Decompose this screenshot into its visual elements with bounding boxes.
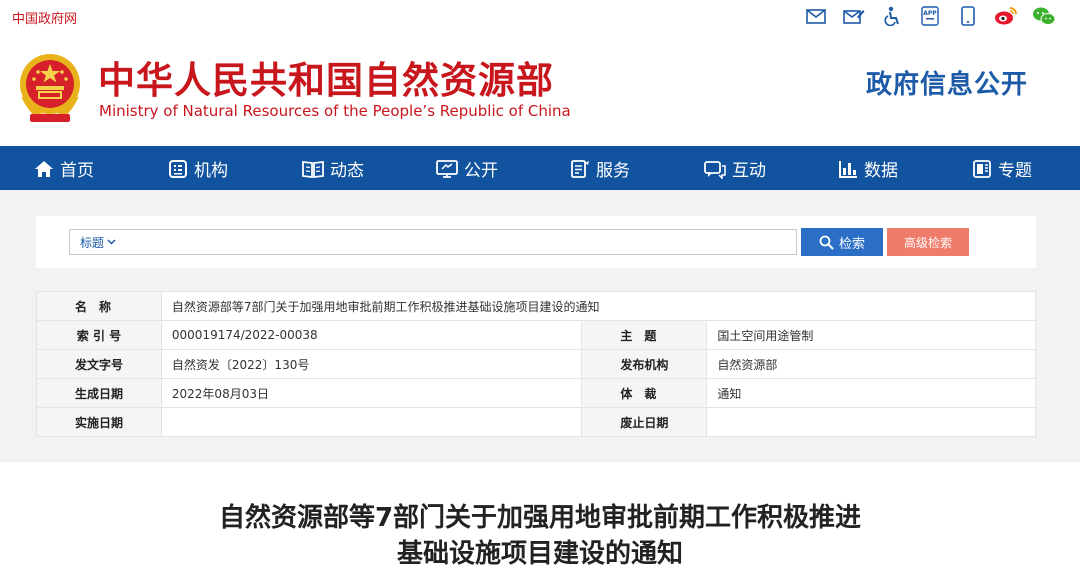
top-icon-group: APP [804, 5, 1056, 27]
mobile-icon[interactable] [956, 5, 980, 27]
main-nav: 首页 机构 动态 公开 服务 互动 数据 专题 [0, 146, 1080, 190]
chat-icon [704, 160, 726, 179]
nav-label: 首页 [60, 161, 94, 181]
search-icon [819, 235, 834, 250]
subject-label: 主题 [581, 320, 708, 350]
nav-label: 互动 [732, 161, 766, 181]
book-icon [302, 160, 324, 178]
article-area: 自然资源部等7部门关于加强用地审批前期工作积极推进 基础设施项目建设的通知 [0, 462, 1080, 579]
nav-item-home[interactable]: 首页 [34, 156, 94, 181]
doc-info-table: 名称 自然资源部等7部门关于加强用地审批前期工作积极推进基础设施项目建设的通知 … [36, 291, 1037, 437]
nav-label: 公开 [464, 161, 498, 181]
mail-edit-icon[interactable] [842, 5, 866, 27]
article-title-line: 基础设施项目建设的通知 [396, 539, 683, 569]
publisher-value: 自然资源部 [706, 349, 1036, 379]
nav-item-topic[interactable]: 专题 [972, 156, 1032, 181]
nav-label: 专题 [998, 161, 1032, 181]
search-box: 标题 [69, 229, 797, 255]
name-label: 名称 [36, 291, 162, 321]
nav-item-news[interactable]: 动态 [302, 156, 364, 181]
nav-label: 数据 [864, 161, 898, 181]
date-label: 生成日期 [36, 378, 162, 408]
gov-portal-link[interactable]: 中国政府网 [12, 8, 77, 27]
monitor-icon [436, 159, 458, 178]
nav-item-data[interactable]: 数据 [838, 156, 898, 181]
nav-label: 机构 [194, 161, 228, 181]
search-button[interactable]: 检索 [801, 228, 883, 256]
search-field-select[interactable]: 标题 [70, 234, 130, 251]
nav-label: 服务 [596, 161, 630, 181]
index-label: 索 引 号 [36, 320, 162, 350]
org-icon [169, 159, 187, 178]
nav-item-interact[interactable]: 互动 [704, 156, 766, 181]
home-icon [35, 160, 53, 177]
search-button-label: 检索 [838, 235, 865, 251]
table-row: 生成日期 2022年08月03日 体裁 通知 [36, 378, 1036, 408]
search-panel: 标题 检索 高级检索 [36, 216, 1036, 268]
nav-item-org[interactable]: 机构 [168, 156, 228, 181]
svg-text:APP: APP [923, 10, 937, 17]
wechat-icon[interactable] [1032, 5, 1056, 27]
subject-value: 国土空间用途管制 [706, 320, 1036, 350]
search-input[interactable] [130, 231, 796, 253]
genre-value: 通知 [706, 378, 1036, 408]
mail-icon[interactable] [804, 5, 828, 27]
article-title-line: 自然资源部等7部门关于加强用地审批前期工作积极推进 [218, 503, 862, 533]
date-value: 2022年08月03日 [160, 378, 583, 408]
table-row: 名称 自然资源部等7部门关于加强用地审批前期工作积极推进基础设施项目建设的通知 [36, 291, 1037, 321]
weibo-icon[interactable] [994, 5, 1018, 27]
publisher-label: 发布机构 [581, 349, 708, 379]
app-icon[interactable]: APP [918, 5, 942, 27]
docno-value: 自然资发〔2022〕130号 [160, 349, 583, 379]
service-icon [571, 159, 589, 178]
section-title: 政府信息公开 [865, 70, 1028, 100]
repeal-value [706, 407, 1036, 437]
advanced-search-button[interactable]: 高级检索 [887, 228, 969, 256]
article-title: 自然资源部等7部门关于加强用地审批前期工作积极推进 基础设施项目建设的通知 [0, 500, 1080, 572]
effective-label: 实施日期 [36, 407, 162, 437]
table-row: 实施日期 废止日期 [36, 407, 1036, 437]
site-title-en: Ministry of Natural Resources of the Peo… [99, 102, 571, 120]
nav-item-open[interactable]: 公开 [436, 156, 498, 181]
topic-icon [973, 159, 991, 178]
repeal-label: 废止日期 [581, 407, 708, 437]
name-value: 自然资源部等7部门关于加强用地审批前期工作积极推进基础设施项目建设的通知 [160, 291, 1037, 321]
search-field-label: 标题 [80, 235, 105, 250]
effective-value [160, 407, 583, 437]
top-bar: 中国政府网 APP [0, 0, 1080, 32]
docno-label: 发文字号 [36, 349, 162, 379]
index-value: 000019174/2022-00038 [160, 320, 583, 350]
site-header: 中华人民共和国自然资源部 Ministry of Natural Resourc… [0, 32, 1080, 146]
site-title-zh[interactable]: 中华人民共和国自然资源部 [98, 50, 554, 104]
table-row: 索 引 号 000019174/2022-00038 主题 国土空间用途管制 [36, 320, 1036, 350]
table-row: 发文字号 自然资发〔2022〕130号 发布机构 自然资源部 [36, 349, 1036, 379]
chevron-down-icon [107, 239, 116, 245]
nav-item-service[interactable]: 服务 [570, 156, 630, 181]
bar-chart-icon [839, 160, 857, 178]
national-emblem-icon[interactable] [16, 50, 84, 124]
nav-label: 动态 [330, 161, 364, 181]
genre-label: 体裁 [581, 378, 708, 408]
accessibility-icon[interactable] [880, 5, 904, 27]
